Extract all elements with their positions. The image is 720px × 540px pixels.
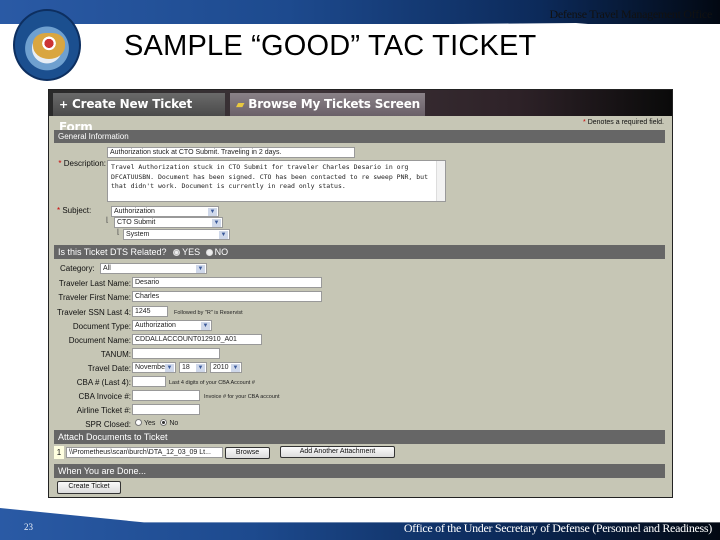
tanum-input[interactable] — [132, 348, 220, 359]
dts-yes-label: YES — [182, 247, 201, 257]
document-name-input[interactable]: CDDALLACCOUNT012910_A01 — [132, 334, 262, 345]
travel-day-select[interactable]: 18 ▼ — [179, 362, 207, 373]
category-label: Category: — [60, 264, 95, 273]
document-type-select[interactable]: Authorization ▼ — [132, 320, 212, 331]
traveler-ssn-label: Traveler SSN Last 4: — [57, 308, 131, 317]
when-done-header: When You are Done... — [54, 464, 665, 478]
tree-connector: ⌊ — [117, 229, 120, 236]
tanum-label: TANUM: — [100, 350, 131, 359]
tab-bar: + Create New Ticket Form ▰ Browse My Ticke… — [49, 90, 672, 134]
description-textarea[interactable]: Travel Authorization stuck in CTO Submit… — [107, 160, 446, 202]
tab-browse-my-tickets[interactable]: ▰ Browse My Tickets Screen — [230, 93, 425, 116]
subject-sub2-select[interactable]: System ▼ — [123, 229, 230, 240]
description-scrollbar[interactable] — [436, 161, 445, 201]
folder-icon: ▰ — [236, 98, 245, 111]
subject-label: * Subject: — [57, 206, 92, 215]
description-label: * Description: — [58, 159, 106, 168]
create-ticket-button[interactable]: Create Ticket — [57, 481, 121, 494]
chevron-down-icon: ▼ — [231, 364, 240, 372]
general-information-header: General Information — [54, 130, 665, 143]
spr-yes-radio[interactable] — [135, 419, 142, 426]
spr-closed-label: SPR Closed: — [85, 420, 131, 429]
dts-question: Is this Ticket DTS Related? — [58, 247, 167, 257]
tab-label: Browse My Tickets Screen — [248, 97, 421, 111]
cba-invoice-hint: Invoice # for your CBA account — [204, 394, 280, 400]
plus-icon: + — [59, 98, 69, 111]
cba-number-label: CBA # (Last 4): — [76, 378, 131, 387]
dts-no-radio[interactable] — [205, 249, 213, 256]
tree-connector: ⌊ — [106, 217, 109, 224]
tab-create-new-ticket[interactable]: + Create New Ticket Form — [53, 93, 225, 134]
slide-title: SAMPLE “GOOD” TAC TICKET — [124, 30, 537, 62]
dtmo-seal-logo — [13, 9, 81, 81]
airline-ticket-label: Airline Ticket #: — [76, 406, 131, 415]
traveler-first-name-label: Traveler First Name: — [58, 293, 131, 302]
airline-ticket-input[interactable] — [132, 404, 200, 415]
attach-documents-header: Attach Documents to Ticket — [54, 430, 665, 444]
document-type-label: Document Type: — [72, 322, 131, 331]
spr-yes-label: Yes — [144, 420, 156, 427]
add-another-attachment-button[interactable]: Add Another Attachment — [280, 446, 395, 458]
tab-label: Create New Ticket Form — [59, 97, 193, 134]
spr-no-radio[interactable] — [160, 419, 168, 426]
cba-hint: Last 4 digits of your CBA Account # — [169, 380, 255, 386]
travel-date-label: Travel Date: — [87, 364, 131, 373]
tac-ticket-form-screenshot: + Create New Ticket Form ▰ Browse My Ticke… — [48, 89, 673, 498]
page-number: 23 — [24, 522, 33, 532]
required-note-text: Denotes a required field. — [587, 119, 664, 126]
traveler-first-name-input[interactable]: Charles — [132, 291, 322, 302]
attachment-row-number: 1 — [54, 446, 64, 459]
travel-month-select[interactable]: November ▼ — [132, 362, 176, 373]
chevron-down-icon: ▼ — [212, 219, 221, 227]
chevron-down-icon: ▼ — [165, 364, 174, 372]
ssn-hint: Followed by "R" is Reservist — [174, 310, 243, 316]
title-input[interactable]: Authorization stuck at CTO Submit. Trave… — [107, 147, 355, 158]
cba-invoice-input[interactable] — [132, 390, 200, 401]
traveler-last-name-label: Traveler Last Name: — [58, 279, 131, 288]
category-select[interactable]: All ▼ — [100, 263, 207, 274]
browse-button[interactable]: Browse — [225, 447, 270, 459]
subject-sub1-select[interactable]: CTO Submit ▼ — [114, 217, 223, 228]
spr-no-label: No — [169, 420, 179, 427]
attachment-file-path-input[interactable]: \\Prometheus\scan\burch\DTA_12_03_09 Lt.… — [66, 447, 223, 458]
spr-closed-radios: Yes No — [135, 419, 178, 427]
subject-select[interactable]: Authorization ▼ — [111, 206, 219, 217]
cba-number-input[interactable] — [132, 376, 166, 387]
dts-no-label: NO — [214, 247, 229, 257]
chevron-down-icon: ▼ — [196, 364, 205, 372]
chevron-down-icon: ▼ — [208, 208, 217, 216]
traveler-ssn-input[interactable]: 1245 — [132, 306, 168, 317]
cba-invoice-label: CBA Invoice #: — [78, 392, 131, 401]
org-header: Defense Travel Management Office — [549, 7, 713, 21]
chevron-down-icon: ▼ — [196, 265, 205, 273]
travel-year-select[interactable]: 2010 ▼ — [210, 362, 242, 373]
eagle-emblem-icon — [33, 33, 65, 59]
chevron-down-icon: ▼ — [201, 322, 210, 330]
dts-yes-radio[interactable] — [173, 249, 181, 256]
description-text: Travel Authorization stuck in CTO Submit… — [111, 163, 428, 190]
document-name-label: Document Name: — [68, 336, 131, 345]
chevron-down-icon: ▼ — [219, 231, 228, 239]
required-field-note: * Denotes a required field. — [583, 119, 664, 126]
traveler-last-name-input[interactable]: Desario — [132, 277, 322, 288]
dts-related-header: Is this Ticket DTS Related? YES NO — [54, 245, 665, 259]
footer-org-text: Office of the Under Secretary of Defense… — [403, 521, 712, 535]
